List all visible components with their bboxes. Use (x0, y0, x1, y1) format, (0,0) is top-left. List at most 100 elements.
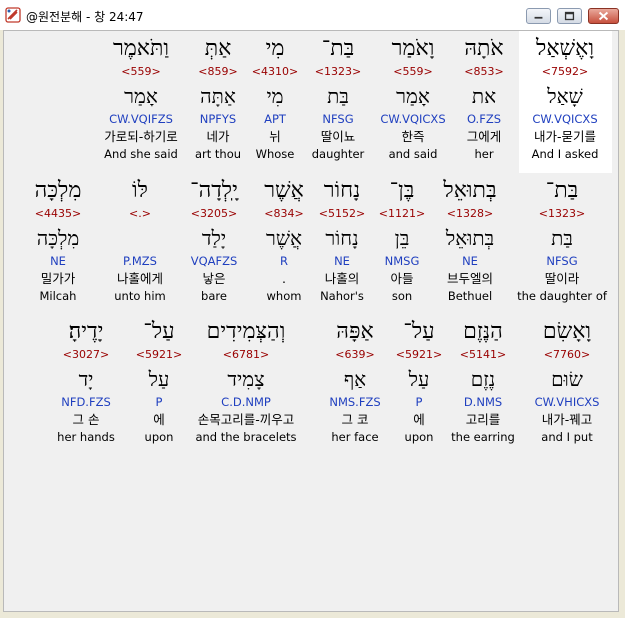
korean-gloss: 브두엘의 (446, 271, 493, 286)
hebrew-lemma: אָמַר (124, 84, 158, 108)
morphology-code: NFSG (546, 254, 578, 268)
word-cell[interactable]: וְהַצְּמִידִים <6781> צָמִיד C.D.NMP 손목고리를-끼… (181, 319, 311, 449)
hebrew-word: וַתֹּאמֶר (112, 36, 170, 61)
word-cell[interactable]: בַּת־ <1323> בַּת NFSG 딸이라 the daughter of (512, 178, 612, 308)
bible-app-icon (5, 7, 21, 23)
morphology-code: CW.VQIFZS (109, 112, 173, 126)
hebrew-word: נָחוֹר (323, 178, 361, 203)
word-cell[interactable]: אַפָּהּ <639> אַף NMS.FZS 그 코 her face (320, 319, 390, 449)
hebrew-lemma: נֶזֶם (470, 367, 496, 391)
morphology-code: CW.VHICXS (534, 395, 600, 409)
word-cell[interactable]: וָאָשִׂם <7760> שׂוּם CW.VHICXS 내가-꿰고 and I p… (524, 319, 610, 449)
maximize-button[interactable] (557, 8, 582, 24)
word-cell[interactable]: בְּתוּאֵל <1328> בְּתוּאֵל NE 브두엘의 Bethuel (430, 178, 510, 308)
korean-gloss: 에 (153, 412, 165, 427)
hebrew-lemma: צָמִיד (227, 367, 265, 391)
hebrew-word: אַפָּהּ (336, 319, 374, 344)
strong-number[interactable]: <1121> (372, 207, 432, 221)
hebrew-word: וָאֹמַר (391, 36, 435, 61)
strong-number[interactable]: <559> (372, 65, 454, 79)
strong-number[interactable]: <1323> (303, 65, 373, 79)
word-cell[interactable]: יָדֶיהָ׃ <3027> יָד NFD.FZS 그 손 her hands (46, 319, 126, 449)
hebrew-lemma: יָלַד (201, 226, 227, 250)
korean-gloss: 나홀에게 (116, 271, 163, 286)
morphology-code: CW.VQICXS (380, 112, 446, 126)
korean-gloss: 네가 (206, 129, 230, 144)
korean-gloss: 딸이라 (544, 271, 580, 286)
strong-number[interactable]: <3205> (174, 207, 254, 221)
strong-number[interactable]: <7760> (524, 348, 610, 362)
hebrew-lemma: מִלְכָּה (36, 226, 80, 250)
strong-number[interactable]: <559> (91, 65, 191, 79)
strong-number[interactable]: <853> (449, 65, 519, 79)
korean-gloss: 한즉 (401, 129, 425, 144)
korean-gloss: 가로되-하기로 (104, 129, 178, 144)
english-gloss: daughter (311, 147, 365, 161)
english-gloss: and I put (541, 430, 593, 444)
morphology-code: CW.VQICXS (532, 112, 598, 126)
hebrew-word: אֲשֶׁר (264, 178, 304, 203)
word-cell[interactable]: בַּת־ <1323> בַּת NFSG 딸이뇨 daughter (303, 36, 373, 166)
hebrew-lemma: עַל (148, 367, 170, 391)
hebrew-lemma: שָׁאַל (547, 84, 583, 108)
morphology-code: C.D.NMP (221, 395, 271, 409)
strong-number[interactable]: <.> (100, 207, 180, 221)
word-cell[interactable]: אֲשֶׁר <834> אֲשֶׁר R. whom (254, 178, 314, 308)
word-cell[interactable]: עַל־ <5921> עַל P 에 upon (394, 319, 444, 449)
word-cell[interactable]: וָאֹמַר <559> אָמַר CW.VQICXS 한즉 and said (372, 36, 454, 166)
strong-number[interactable]: <3027> (46, 348, 126, 362)
morphology-code: O.FZS (466, 112, 502, 126)
strong-number[interactable]: <5921> (394, 348, 444, 362)
close-button[interactable] (588, 8, 619, 24)
word-cell[interactable]: יָֽלְדָה־ <3205> יָלַד VQAFZS 낳은 bare (174, 178, 254, 308)
english-gloss: Bethuel (447, 289, 493, 303)
strong-number[interactable]: <4435> (23, 207, 93, 221)
hebrew-lemma: יָד (78, 367, 94, 391)
strong-number[interactable]: <5152> (307, 207, 377, 221)
english-gloss: her hands (57, 430, 115, 444)
word-cell[interactable]: וָאֶשְׁאַל <7592> שָׁאַל CW.VQICXS 내가-묻기를 And… (519, 36, 611, 166)
word-cell[interactable]: אֹתָהּ <853> את O.FZS 그에게 her (449, 36, 519, 166)
word-cell[interactable]: וַתֹּאמֶר <559> אָמַר CW.VQIFZS 가로되-하기로 And s… (91, 36, 191, 166)
verse-analysis-panel: וָאֶשְׁאַל <7592> שָׁאַל CW.VQICXS 내가-묻기를 And… (3, 30, 619, 612)
word-cell[interactable]: לּוֹ <.> P.MZS 나홀에게 unto him (100, 178, 180, 308)
hebrew-word: מִלְכָּה (34, 178, 82, 203)
english-gloss: upon (404, 430, 434, 444)
morphology-code: P (155, 395, 163, 409)
word-cell[interactable]: אַתְּ <859> אַתָּה NPFYS 네가 art thou (183, 36, 253, 166)
strong-number[interactable]: <859> (183, 65, 253, 79)
hebrew-word: וָאֶשְׁאַל (536, 36, 594, 61)
strong-number[interactable]: <1323> (512, 207, 612, 221)
strong-number[interactable]: <639> (320, 348, 390, 362)
korean-gloss: 아들 (390, 271, 414, 286)
strong-number[interactable]: <7592> (519, 65, 611, 79)
word-cell[interactable]: הַנֶּזֶם <5141> נֶזֶם D.NMS 고리를 the earring (443, 319, 523, 449)
hebrew-word: אַתְּ (204, 36, 232, 61)
english-gloss: upon (144, 430, 174, 444)
hebrew-word: בַּת־ (321, 36, 355, 61)
word-cell[interactable]: מִי <4310> מִי APT 뉘 Whose (245, 36, 305, 166)
hebrew-lemma: בַּת (551, 226, 573, 250)
hebrew-word: יָדֶיהָ׃ (68, 319, 104, 344)
strong-number[interactable]: <4310> (245, 65, 305, 79)
strong-number[interactable]: <834> (254, 207, 314, 221)
strong-number[interactable]: <6781> (181, 348, 311, 362)
strong-number[interactable]: <5921> (134, 348, 184, 362)
hebrew-word: עַל־ (403, 319, 435, 344)
strong-number[interactable]: <5141> (443, 348, 523, 362)
morphology-code: NE (334, 254, 350, 268)
korean-gloss: 나홀의 (324, 271, 360, 286)
title-bar: @원전분해 - 창 24:47 (0, 0, 625, 30)
english-gloss: And I asked (531, 147, 599, 161)
maximize-icon (564, 11, 575, 21)
hebrew-word: אֹתָהּ (464, 36, 504, 61)
word-cell[interactable]: נָחוֹר <5152> נָחוֹר NE 나홀의 Nahor's (307, 178, 377, 308)
hebrew-lemma: שׂוּם (551, 367, 583, 391)
strong-number[interactable]: <1328> (430, 207, 510, 221)
korean-gloss: 그 코 (341, 412, 369, 427)
word-cell[interactable]: בֶּן־ <1121> בֵּן NMSG 아들 son (372, 178, 432, 308)
word-cell[interactable]: מִלְכָּה <4435> מִלְכָּה NE 밀가가 Milcah (23, 178, 93, 308)
minimize-button[interactable] (526, 8, 551, 24)
word-cell[interactable]: עַל־ <5921> עַל P 에 upon (134, 319, 184, 449)
hebrew-lemma: בְּתוּאֵל (445, 226, 495, 250)
